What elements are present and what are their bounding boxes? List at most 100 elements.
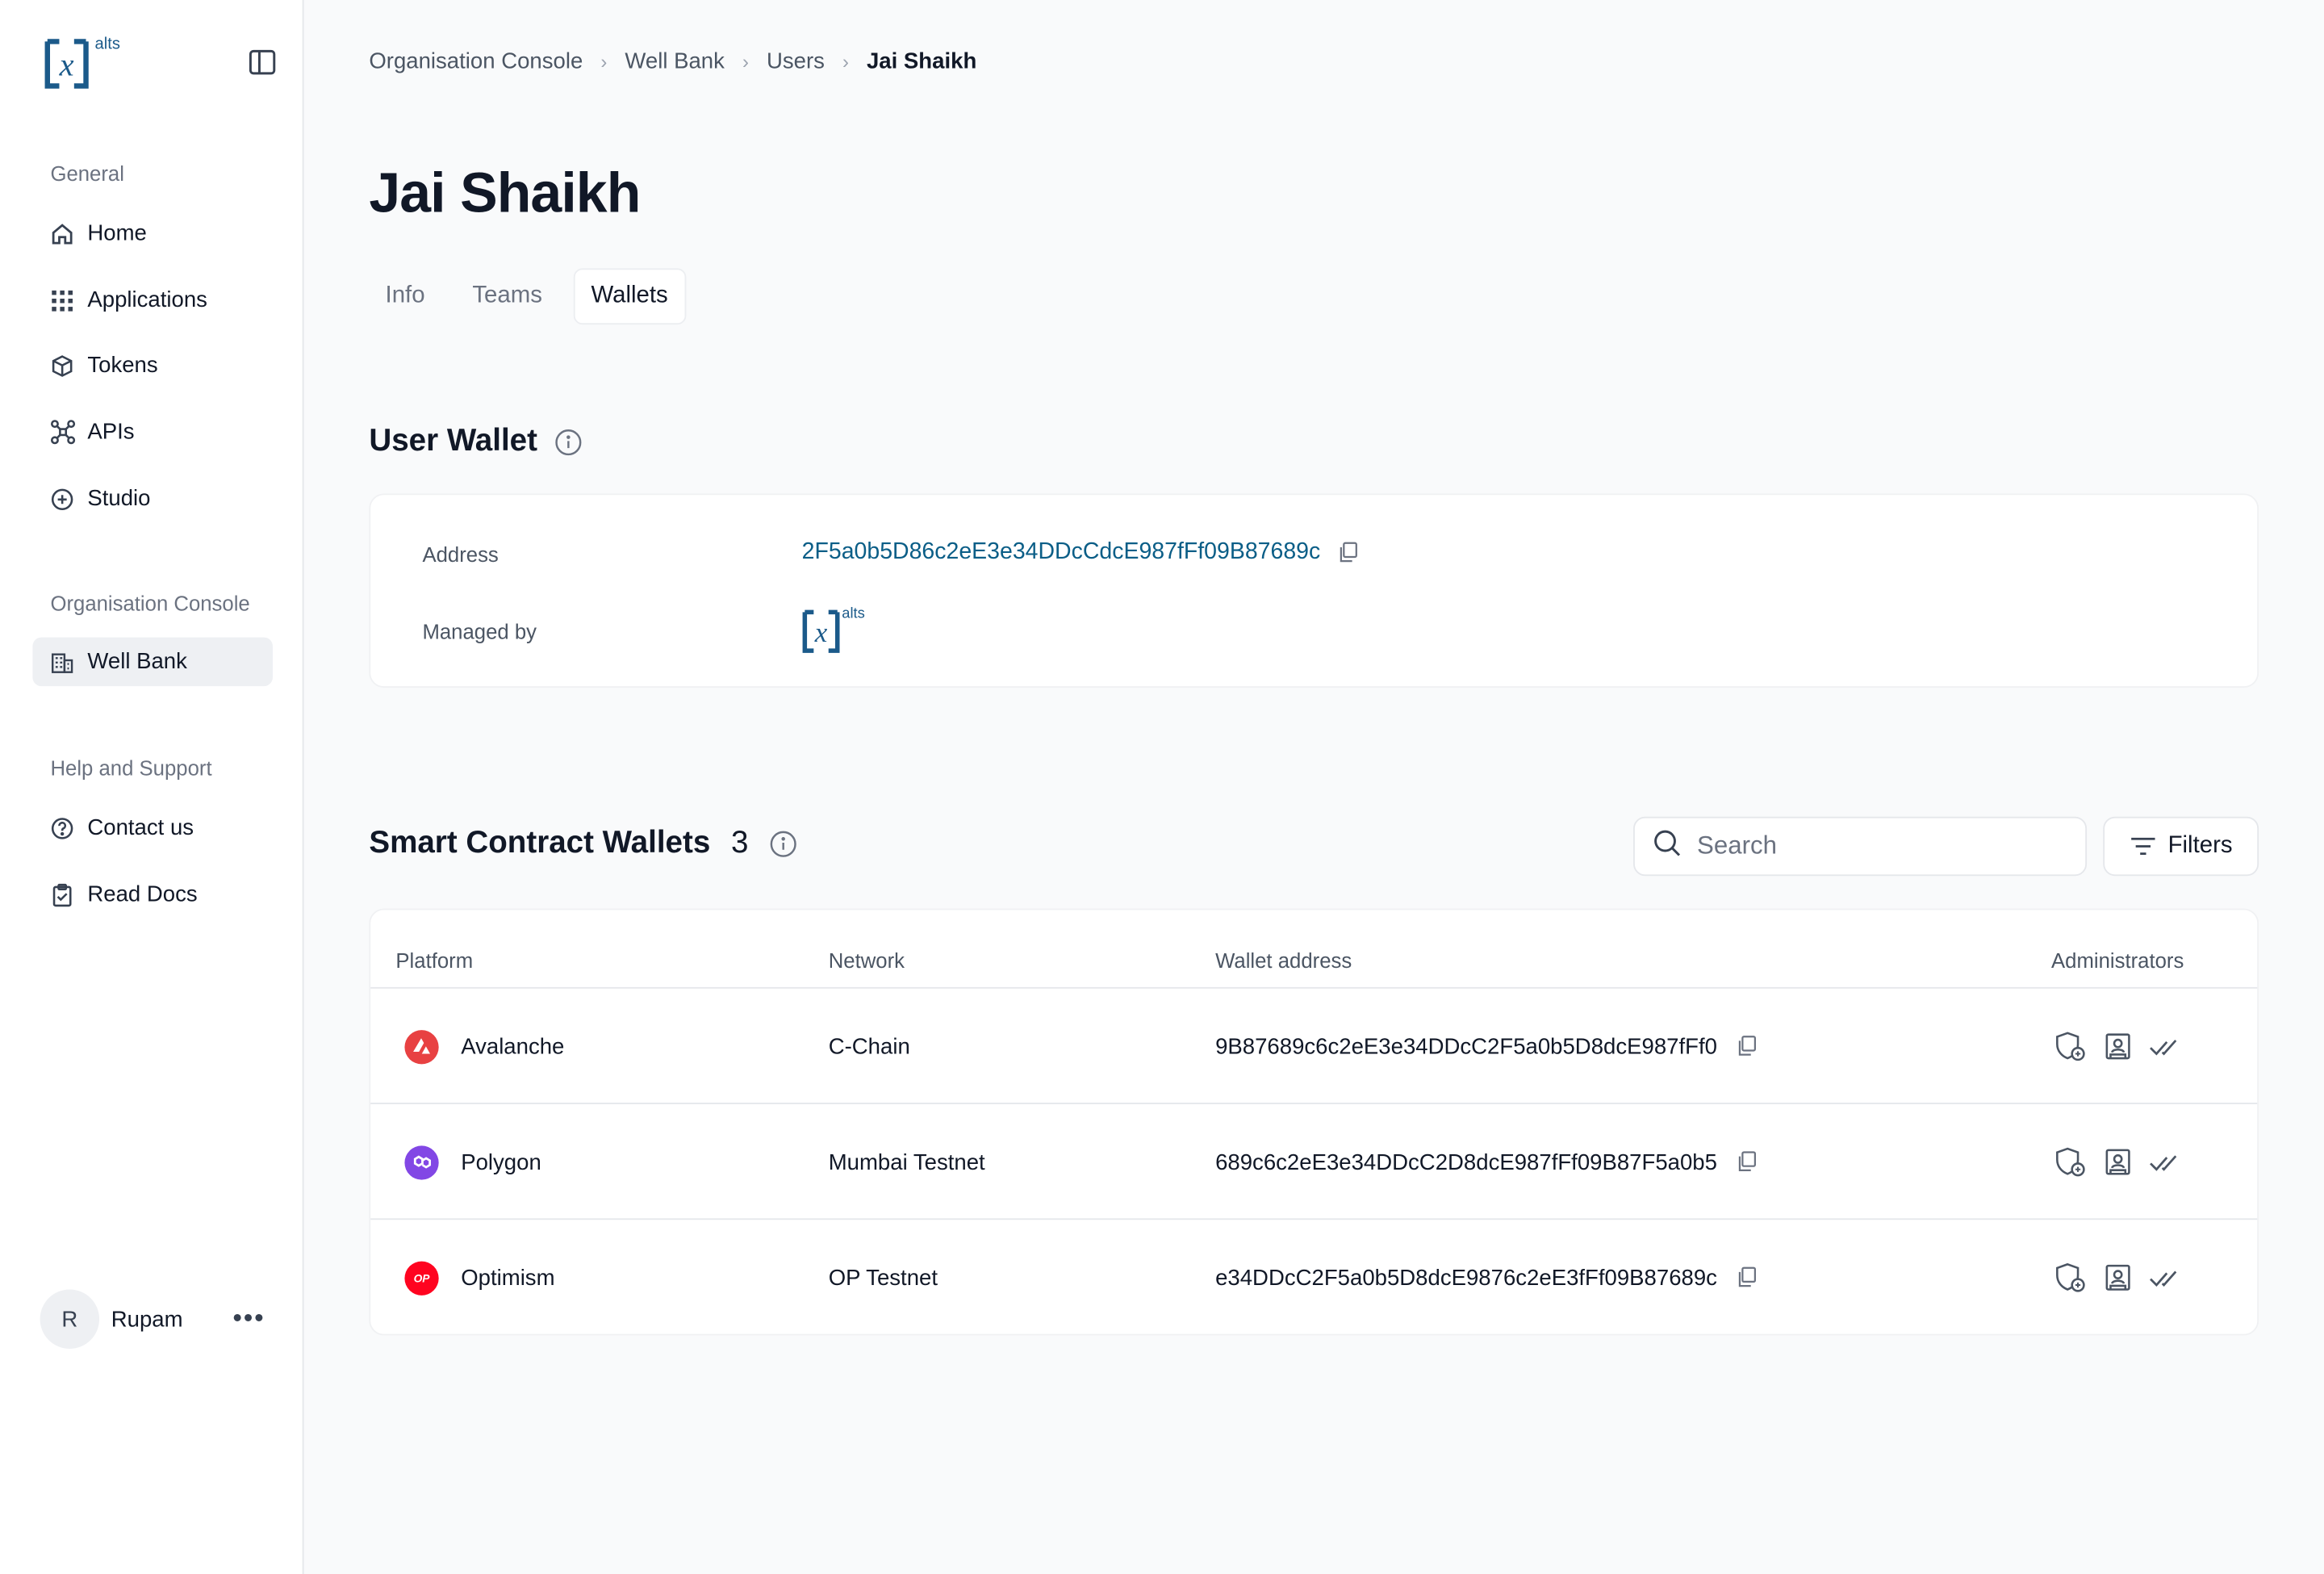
- building-icon: [49, 648, 76, 675]
- network-cell: Mumbai Testnet: [828, 1149, 985, 1175]
- shield-admin-icon[interactable]: [2053, 1028, 2088, 1064]
- more-options-icon[interactable]: •••: [232, 1303, 265, 1334]
- filters-button[interactable]: Filters: [2103, 816, 2259, 877]
- table-row[interactable]: Polygon Mumbai Testnet 689c6c2eE3e34DDcC…: [370, 1103, 2258, 1220]
- breadcrumb: Organisation Console › Well Bank › Users…: [369, 49, 976, 74]
- sidebar-toggle-icon[interactable]: [246, 46, 278, 78]
- sidebar-item-read-docs[interactable]: Read Docs: [32, 870, 273, 919]
- platform-cell: Polygon: [404, 1104, 541, 1220]
- sidebar-item-applications[interactable]: Applications: [32, 276, 273, 325]
- user-name: Rupam: [111, 1306, 183, 1332]
- cube-icon: [49, 352, 76, 379]
- info-icon[interactable]: [769, 828, 799, 858]
- shield-admin-icon[interactable]: [2053, 1260, 2088, 1296]
- user-badge-icon[interactable]: [2100, 1145, 2136, 1180]
- table-row[interactable]: Avalanche C-Chain 9B87689c6c2eE3e34DDcC2…: [370, 986, 2258, 1104]
- sidebar-item-label: Home: [87, 220, 147, 246]
- sidebar-item-label: APIs: [87, 419, 135, 445]
- sidebar-item-well-bank[interactable]: Well Bank: [32, 637, 273, 687]
- network-icon: [49, 419, 76, 446]
- avatar: R: [40, 1289, 100, 1349]
- column-header-wallet-address: Wallet address: [1215, 948, 1352, 973]
- double-check-icon[interactable]: [2147, 1260, 2183, 1296]
- sidebar-item-home[interactable]: Home: [32, 209, 273, 258]
- smart-wallets-table: Platform Network Wallet address Administ…: [369, 908, 2259, 1336]
- sidebar: x alts General Home Applications Tokens …: [0, 0, 304, 1574]
- polygon-icon: [404, 1145, 439, 1179]
- search-box[interactable]: [1633, 816, 2088, 877]
- sidebar-item-apis[interactable]: APIs: [32, 408, 273, 457]
- platform-name: Avalanche: [461, 1033, 565, 1059]
- breadcrumb-current: Jai Shaikh: [866, 48, 977, 74]
- platform-cell: OP Optimism: [404, 1220, 555, 1335]
- user-badge-icon[interactable]: [2100, 1260, 2136, 1296]
- smart-wallets-title: Smart Contract Wallets: [369, 825, 711, 860]
- administrators-cell: [2053, 1220, 2195, 1335]
- wallet-address-link[interactable]: 689c6c2eE3e34DDcC2D8dcE987fFf09B87F5a0b5: [1215, 1149, 1717, 1174]
- column-header-network: Network: [828, 948, 905, 973]
- chevron-right-icon: ›: [600, 50, 608, 73]
- table-row[interactable]: OP Optimism OP Testnet e34DDcC2F5a0b5D8d…: [370, 1218, 2258, 1335]
- sidebar-item-tokens[interactable]: Tokens: [32, 341, 273, 390]
- wallet-address-cell: 9B87689c6c2eE3e34DDcC2F5a0b5D8dcE987fFf0: [1215, 989, 1758, 1104]
- wallet-address-link[interactable]: e34DDcC2F5a0b5D8dcE9876c2eE3fFf09B87689c: [1215, 1265, 1717, 1290]
- logo-alts-text: alts: [95, 36, 120, 53]
- user-badge-icon[interactable]: [2100, 1028, 2136, 1064]
- logo-alts-text: alts: [842, 605, 865, 622]
- wallet-address-link[interactable]: 2F5a0b5D86c2eE3e34DDcCdcE987fFf09B87689c: [802, 539, 1321, 566]
- breadcrumb-users[interactable]: Users: [767, 49, 825, 74]
- chevron-right-icon: ›: [742, 50, 749, 73]
- tabs: Info Teams Wallets: [369, 268, 700, 325]
- administrators-cell: [2053, 989, 2195, 1104]
- filter-icon: [2130, 837, 2155, 856]
- wallet-address-link[interactable]: 9B87689c6c2eE3e34DDcC2F5a0b5D8dcE987fFf0: [1215, 1034, 1717, 1059]
- wallet-address-cell: 689c6c2eE3e34DDcC2D8dcE987fFf09B87F5a0b5: [1215, 1104, 1758, 1220]
- copy-icon[interactable]: [1336, 541, 1360, 564]
- managed-by-label: Managed by: [422, 619, 537, 643]
- network-cell: C-Chain: [828, 1033, 910, 1059]
- chevron-right-icon: ›: [842, 50, 849, 73]
- optimism-icon: OP: [404, 1260, 439, 1295]
- grid-icon: [49, 287, 76, 313]
- search-icon: [1653, 828, 1682, 865]
- user-profile[interactable]: R Rupam •••: [40, 1288, 278, 1350]
- copy-icon[interactable]: [1735, 1266, 1758, 1289]
- help-section-label: Help and Support: [50, 756, 212, 780]
- breadcrumb-well-bank[interactable]: Well Bank: [625, 49, 725, 74]
- platform-name: Polygon: [461, 1149, 541, 1175]
- tab-teams[interactable]: Teams: [456, 268, 558, 324]
- network-cell: OP Testnet: [828, 1265, 938, 1291]
- user-wallet-address: 2F5a0b5D86c2eE3e34DDcCdcE987fFf09B87689c: [802, 539, 1361, 566]
- sidebar-item-label: Contact us: [87, 814, 194, 841]
- platform-cell: Avalanche: [404, 989, 564, 1104]
- copy-icon[interactable]: [1735, 1150, 1758, 1174]
- double-check-icon[interactable]: [2147, 1145, 2183, 1180]
- double-check-icon[interactable]: [2147, 1028, 2183, 1064]
- sidebar-item-studio[interactable]: Studio: [32, 475, 273, 524]
- info-icon[interactable]: [554, 427, 583, 457]
- plus-circle-icon: [49, 485, 76, 512]
- clipboard-check-icon: [49, 881, 76, 908]
- tab-wallets[interactable]: Wallets: [573, 268, 686, 325]
- home-icon: [49, 220, 76, 247]
- sidebar-item-label: Applications: [87, 287, 207, 313]
- managed-by-logo: x alts: [802, 603, 876, 656]
- smart-wallets-count: 3: [731, 825, 749, 860]
- brand-logo[interactable]: x alts: [44, 32, 133, 91]
- tab-info[interactable]: Info: [369, 268, 441, 324]
- copy-icon[interactable]: [1735, 1035, 1758, 1058]
- breadcrumb-organisation-console[interactable]: Organisation Console: [369, 49, 583, 74]
- user-wallet-title: User Wallet: [369, 424, 537, 458]
- wallet-address-cell: e34DDcC2F5a0b5D8dcE9876c2eE3fFf09B87689c: [1215, 1220, 1758, 1335]
- address-label: Address: [422, 542, 499, 567]
- org-section-label: Organisation Console: [50, 591, 250, 616]
- sidebar-item-label: Well Bank: [87, 649, 187, 675]
- filters-label: Filters: [2167, 832, 2233, 859]
- sidebar-item-label: Read Docs: [87, 881, 198, 907]
- help-circle-icon: [49, 814, 76, 841]
- shield-admin-icon[interactable]: [2053, 1145, 2088, 1180]
- platform-name: Optimism: [461, 1265, 555, 1291]
- column-header-administrators: Administrators: [2050, 948, 2184, 973]
- sidebar-item-contact-us[interactable]: Contact us: [32, 803, 273, 852]
- search-input[interactable]: [1697, 831, 2053, 861]
